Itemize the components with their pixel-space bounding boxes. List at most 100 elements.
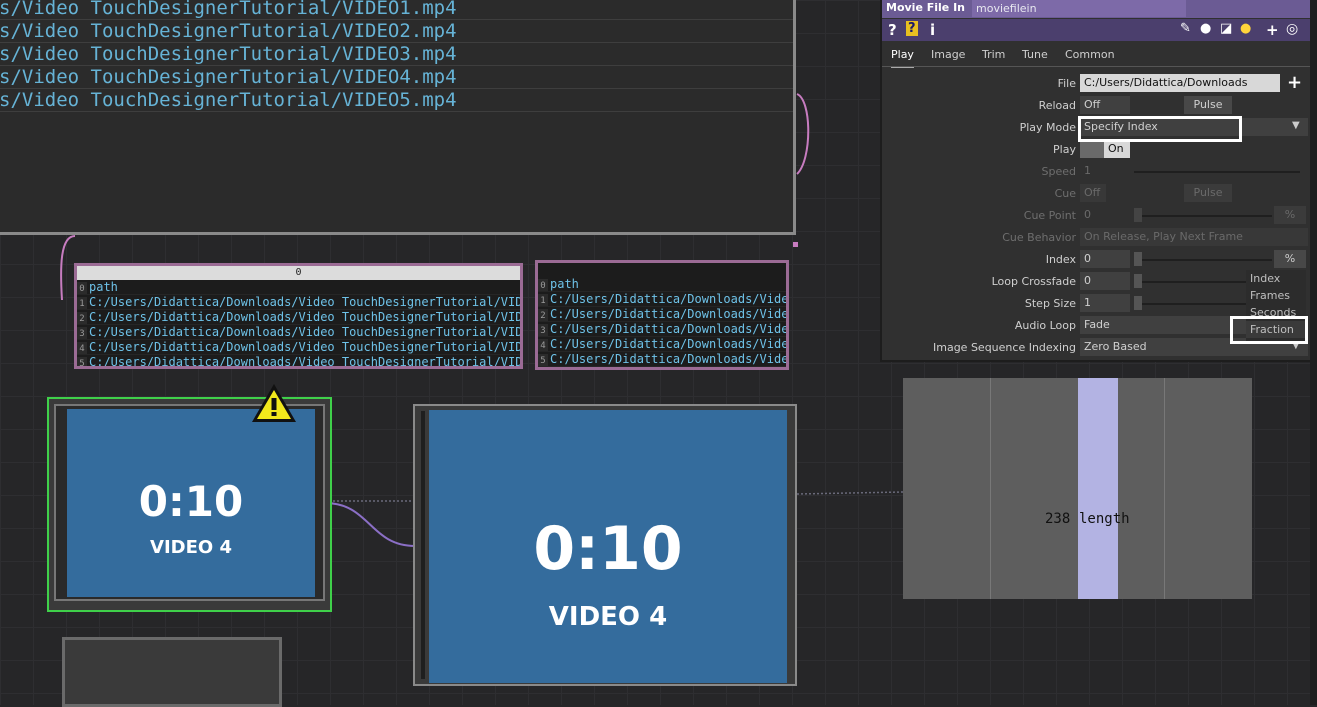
- cuepoint-slider[interactable]: [1142, 215, 1272, 217]
- param-tabs: Play Image Trim Tune Common: [882, 44, 1310, 68]
- param-label: Cue: [1054, 187, 1076, 200]
- cue-toggle[interactable]: Off: [1080, 184, 1106, 202]
- param-label: Reload: [1038, 99, 1076, 112]
- param-cue: Cue Off Pulse: [882, 184, 1310, 204]
- table-row: 1 C:/Users/Didattica/Downloads/Video Touc…: [77, 295, 520, 310]
- vertical-scrollbar[interactable]: [1310, 0, 1317, 705]
- video-title: VIDEO 4: [150, 537, 232, 558]
- chop-viewer[interactable]: 238 length: [903, 378, 1252, 599]
- table-row: 0 path: [538, 277, 786, 292]
- audioloop-dropdown[interactable]: Fade: [1080, 316, 1248, 334]
- null-top-node[interactable]: 0:10 VIDEO 4: [413, 404, 797, 686]
- video-preview: 0:10 VIDEO 4: [67, 409, 315, 597]
- video-title-large: VIDEO 4: [548, 602, 668, 632]
- panel-title-bar: Movie File In moviefilein: [882, 0, 1310, 18]
- text-dat-viewer[interactable]: s/Video TouchDesignerTutorial/VIDEO1.mp4…: [0, 0, 796, 235]
- table-row: 2 C:/Users/Didattica/Downloads/Vide: [538, 307, 786, 322]
- channel-value: 238: [1045, 511, 1071, 527]
- index-slider-knob[interactable]: [1134, 252, 1142, 266]
- cue-pulse-button[interactable]: Pulse: [1184, 184, 1232, 202]
- loopcrossfade-field[interactable]: 0: [1080, 272, 1130, 290]
- timecode-large: 0:10: [533, 514, 683, 584]
- table-row: 5 C:/Users/Didattica/Downloads/Video Touc…: [77, 355, 520, 369]
- index-field[interactable]: 0: [1080, 250, 1130, 268]
- param-label: Loop Crossfade: [991, 275, 1076, 288]
- loopcrossfade-slider[interactable]: [1142, 281, 1246, 283]
- cuebehavior-dropdown[interactable]: On Release, Play Next Frame: [1080, 228, 1308, 246]
- python-icon[interactable]: ●: [1240, 21, 1251, 36]
- param-label: Play Mode: [1019, 121, 1076, 134]
- row-index: 2: [77, 312, 87, 324]
- param-reload: Reload Off Pulse: [882, 96, 1310, 116]
- clone-icon[interactable]: ◪: [1220, 21, 1232, 36]
- index-unit-button[interactable]: %: [1274, 250, 1306, 268]
- comment-icon[interactable]: ●: [1200, 21, 1211, 36]
- row-index: 0: [538, 279, 548, 291]
- speed-slider[interactable]: [1134, 171, 1300, 173]
- tab-common[interactable]: Common: [1065, 44, 1115, 66]
- channel-name: length: [1079, 511, 1130, 527]
- text-line: s/Video TouchDesignerTutorial/VIDEO5.mp4: [0, 89, 793, 112]
- tab-trim[interactable]: Trim: [982, 44, 1005, 66]
- text-line: s/Video TouchDesignerTutorial/VIDEO1.mp4: [0, 0, 793, 20]
- reload-pulse-button[interactable]: Pulse: [1184, 96, 1232, 114]
- info-icon[interactable]: i: [930, 21, 935, 39]
- operator-name-field[interactable]: moviefilein: [972, 0, 1186, 17]
- cuepoint-unit[interactable]: %: [1274, 206, 1306, 224]
- text-line: s/Video TouchDesignerTutorial/VIDEO2.mp4: [0, 20, 793, 43]
- menu-item-frames[interactable]: Frames: [1246, 287, 1306, 304]
- tab-image[interactable]: Image: [931, 44, 965, 66]
- param-label: Image Sequence Indexing: [933, 341, 1076, 354]
- param-label: File: [1057, 77, 1076, 90]
- reload-toggle[interactable]: Off: [1080, 96, 1130, 114]
- param-cuebehavior: Cue Behavior On Release, Play Next Frame: [882, 228, 1310, 248]
- plus-icon[interactable]: +: [1266, 21, 1279, 39]
- param-label: Cue Behavior: [1002, 231, 1076, 244]
- param-speed: Speed 1: [882, 162, 1310, 182]
- video-preview-large: 0:10 VIDEO 4: [429, 410, 787, 683]
- stepsize-field[interactable]: 1: [1080, 294, 1130, 312]
- cuepoint-field[interactable]: 0: [1080, 206, 1130, 224]
- table-header-empty: [538, 263, 786, 277]
- python-help-icon[interactable]: ?: [906, 21, 918, 36]
- table-dat-right[interactable]: 0 path 1 C:/Users/Didattica/Downloads/Vide…: [535, 260, 789, 370]
- wire-textdat-out: [796, 93, 810, 175]
- tab-play[interactable]: Play: [891, 44, 914, 68]
- moviefilein-top-node[interactable]: 0:10 VIDEO 4: [47, 397, 332, 612]
- stepsize-slider-knob[interactable]: [1134, 296, 1142, 310]
- table-row: 3 C:/Users/Didattica/Downloads/Video Touc…: [77, 325, 520, 340]
- cell: C:/Users/Didattica/Downloads/Vide: [550, 292, 786, 306]
- index-slider[interactable]: [1142, 259, 1272, 261]
- help-icon[interactable]: ?: [888, 21, 897, 39]
- warning-icon[interactable]: [250, 381, 298, 425]
- play-toggle-track[interactable]: [1080, 140, 1104, 158]
- wire-dashed-2: [796, 491, 904, 495]
- param-index: Index 0 %: [882, 250, 1310, 270]
- table-row: 4 C:/Users/Didattica/Downloads/Video Touc…: [77, 340, 520, 355]
- operator-type: Movie File In: [886, 1, 966, 14]
- param-label: Index: [1045, 253, 1076, 266]
- loopcrossfade-slider-knob[interactable]: [1134, 274, 1142, 288]
- speed-field[interactable]: 1: [1080, 162, 1130, 180]
- file-path-field[interactable]: C:/Users/Didattica/Downloads: [1080, 74, 1280, 92]
- cell: C:/Users/Didattica/Downloads/Video Touch…: [89, 295, 520, 309]
- tab-divider: [882, 66, 1310, 67]
- param-cuepoint: Cue Point 0 %: [882, 206, 1310, 226]
- stepsize-slider[interactable]: [1142, 303, 1246, 305]
- row-index: 3: [538, 324, 548, 336]
- play-toggle[interactable]: On: [1104, 140, 1130, 158]
- cuepoint-slider-knob[interactable]: [1134, 208, 1142, 222]
- row-index: 4: [77, 342, 87, 354]
- connector-dot[interactable]: [793, 242, 798, 247]
- file-browse-icon[interactable]: +: [1287, 72, 1302, 93]
- menu-item-index[interactable]: Index: [1246, 270, 1306, 287]
- wire-top-link: [324, 502, 416, 547]
- row-index: 2: [538, 309, 548, 321]
- text-line: s/Video TouchDesignerTutorial/VIDEO4.mp4: [0, 66, 793, 89]
- cell: C:/Users/Didattica/Downloads/Video Touch…: [89, 355, 520, 369]
- target-icon[interactable]: ◎: [1286, 21, 1298, 37]
- partial-node[interactable]: [62, 637, 282, 707]
- table-dat-left[interactable]: 0 0 path 1 C:/Users/Didattica/Downloads/Vi…: [74, 263, 523, 369]
- tab-tune[interactable]: Tune: [1022, 44, 1048, 66]
- pencil-icon[interactable]: ✎: [1180, 21, 1191, 36]
